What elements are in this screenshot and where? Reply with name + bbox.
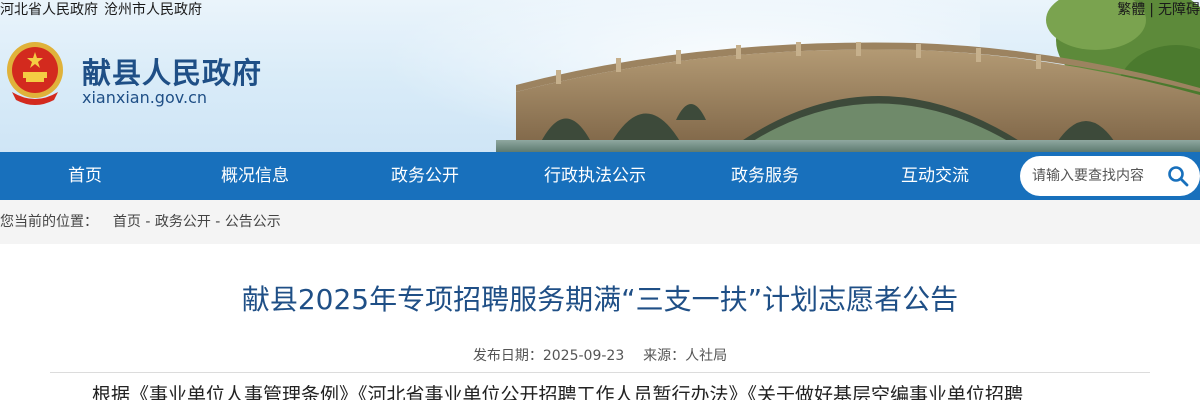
- traditional-chinese-link[interactable]: 繁體: [1117, 2, 1145, 18]
- article-body-first-line: 根据《事业单位人事管理条例》《河北省事业单位公开招聘工作人员暂行办法》《关于做好…: [92, 384, 1024, 400]
- link-hebei-gov[interactable]: 河北省人民政府: [0, 2, 98, 18]
- site-domain: xianxian.gov.cn: [82, 88, 207, 107]
- breadcrumb-separator: -: [210, 214, 225, 230]
- top-links: 河北省人民政府 沧州市人民政府: [0, 0, 208, 20]
- accessibility-link[interactable]: 无障碍: [1158, 2, 1200, 18]
- nav-interaction[interactable]: 互动交流: [901, 152, 969, 200]
- breadcrumb-label: 您当前的位置：: [0, 214, 98, 230]
- meta-divider: [50, 372, 1150, 373]
- article-title: 献县2025年专项招聘服务期满“三支一扶”计划志愿者公告: [241, 283, 959, 316]
- top-right-separator: |: [1149, 2, 1154, 18]
- date-label: 发布日期：: [472, 348, 543, 364]
- breadcrumb-announcements[interactable]: 公告公示: [225, 214, 281, 230]
- nav-law-enforcement[interactable]: 行政执法公示: [544, 152, 646, 200]
- bridge-image: [496, 0, 1200, 152]
- search-icon[interactable]: [1166, 164, 1190, 188]
- breadcrumb-home[interactable]: 首页: [113, 214, 141, 230]
- article-meta: 发布日期：2025-09-23 来源：人社局: [0, 345, 1200, 365]
- publish-date: 2025-09-23: [542, 348, 625, 364]
- header-banner: 河北省人民政府 沧州市人民政府 繁體 | 无障碍 献县人民政府 xianxian.go…: [0, 0, 1200, 152]
- breadcrumb: 您当前的位置： 首页 - 政务公开 - 公告公示: [0, 200, 1200, 244]
- source-label: 来源：: [643, 348, 686, 364]
- search-input[interactable]: [1032, 164, 1162, 188]
- main-nav: 首页 概况信息 政务公开 行政执法公示 政务服务 互动交流: [0, 152, 1200, 200]
- link-cangzhou-gov[interactable]: 沧州市人民政府: [104, 2, 202, 18]
- nav-overview[interactable]: 概况信息: [221, 152, 289, 200]
- nav-home[interactable]: 首页: [68, 152, 102, 200]
- nav-gov-affairs-open[interactable]: 政务公开: [391, 152, 459, 200]
- national-emblem-icon[interactable]: [4, 40, 66, 106]
- article-source: 人社局: [685, 348, 728, 364]
- breadcrumb-separator: -: [140, 214, 155, 230]
- nav-gov-services[interactable]: 政务服务: [731, 152, 799, 200]
- top-right-links: 繁體 | 无障碍: [1117, 0, 1200, 20]
- breadcrumb-gov-affairs-open[interactable]: 政务公开: [155, 214, 211, 230]
- site-name[interactable]: 献县人民政府: [82, 50, 262, 92]
